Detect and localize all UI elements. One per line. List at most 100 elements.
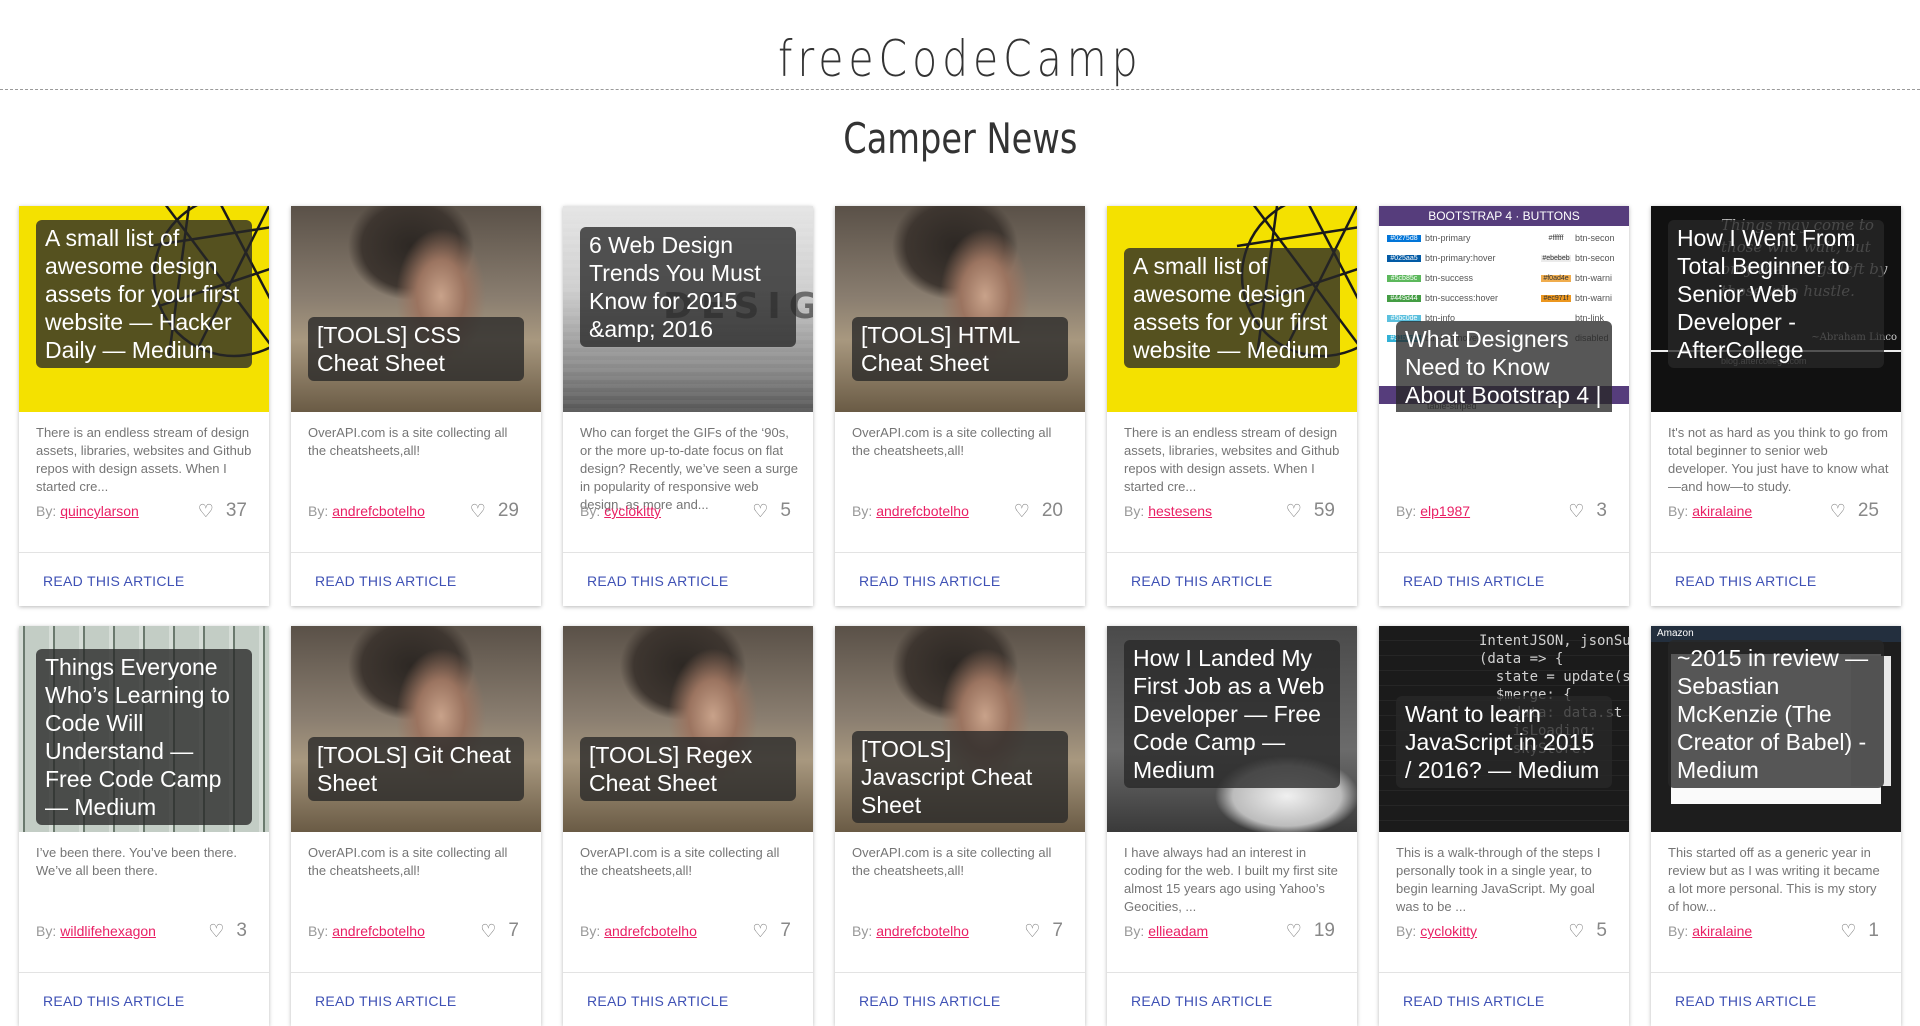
- card-divider: [1651, 552, 1901, 553]
- read-article-button[interactable]: READ THIS ARTICLE: [587, 993, 729, 1009]
- like-counter[interactable]: ♡ 3: [1568, 500, 1607, 522]
- news-card: How I Landed My First Job as a Web Devel…: [1107, 626, 1357, 1026]
- card-title[interactable]: ~2015 in review — Sebastian McKenzie (Th…: [1668, 640, 1884, 788]
- card-title[interactable]: A small list of awesome design assets fo…: [36, 220, 252, 368]
- card-title[interactable]: [TOOLS] Javascript Cheat Sheet: [852, 731, 1068, 823]
- heart-icon[interactable]: ♡: [1024, 921, 1040, 942]
- card-divider: [291, 972, 541, 973]
- brand-logo-text[interactable]: freeCodeCamp: [778, 34, 1143, 84]
- author-link[interactable]: hestesens: [1148, 503, 1212, 519]
- like-counter[interactable]: ♡ 37: [198, 500, 247, 522]
- card-thumbnail[interactable]: [TOOLS] Git Cheat Sheet: [291, 626, 541, 832]
- heart-icon[interactable]: ♡: [1568, 921, 1584, 942]
- read-article-button[interactable]: READ THIS ARTICLE: [1131, 573, 1273, 589]
- news-card: Things may come to those who wait, but o…: [1651, 206, 1901, 606]
- card-meta: By: elp1987 ♡ 3: [1396, 496, 1607, 526]
- read-article-button[interactable]: READ THIS ARTICLE: [1675, 993, 1817, 1009]
- card-thumbnail[interactable]: IntentJSON, jsonSubjects,(data => { stat…: [1379, 626, 1629, 832]
- card-meta: By: andrefcbotelho ♡ 7: [852, 916, 1063, 946]
- heart-icon[interactable]: ♡: [470, 501, 486, 522]
- like-counter[interactable]: ♡ 7: [1024, 920, 1063, 942]
- read-article-button[interactable]: READ THIS ARTICLE: [43, 573, 185, 589]
- author-link[interactable]: akiralaine: [1692, 923, 1752, 939]
- card-title[interactable]: [TOOLS] Git Cheat Sheet: [308, 737, 524, 801]
- card-thumbnail[interactable]: A small list of awesome design assets fo…: [19, 206, 269, 412]
- read-article-button[interactable]: READ THIS ARTICLE: [1675, 573, 1817, 589]
- news-card: [TOOLS] Git Cheat Sheet OverAPI.com is a…: [291, 626, 541, 1026]
- author-link[interactable]: andrefcbotelho: [604, 923, 697, 939]
- like-counter[interactable]: ♡ 5: [1568, 920, 1607, 942]
- card-thumbnail[interactable]: BOOTSTRAP 4 · BUTTONS #0275d8 btn-primary #…: [1379, 206, 1629, 412]
- author-link[interactable]: andrefcbotelho: [876, 503, 969, 519]
- author-link[interactable]: akiralaine: [1692, 503, 1752, 519]
- author-link[interactable]: elp1987: [1420, 503, 1470, 519]
- card-title[interactable]: [TOOLS] Regex Cheat Sheet: [580, 737, 796, 801]
- card-thumbnail[interactable]: DESIGN 6 Web Design Trends You Must Know…: [563, 206, 813, 412]
- card-title[interactable]: How I Landed My First Job as a Web Devel…: [1124, 640, 1340, 788]
- heart-icon[interactable]: ♡: [1286, 501, 1302, 522]
- author-link[interactable]: andrefcbotelho: [332, 923, 425, 939]
- read-article-button[interactable]: READ THIS ARTICLE: [1131, 993, 1273, 1009]
- like-counter[interactable]: ♡ 29: [470, 500, 519, 522]
- author-link[interactable]: cyclokitty: [604, 503, 661, 519]
- card-thumbnail[interactable]: Things may come to those who wait, but o…: [1651, 206, 1901, 412]
- by-label: By:: [1396, 923, 1417, 939]
- author-link[interactable]: ellieadam: [1148, 923, 1208, 939]
- read-article-button[interactable]: READ THIS ARTICLE: [1403, 573, 1545, 589]
- card-thumbnail[interactable]: A small list of awesome design assets fo…: [1107, 206, 1357, 412]
- read-article-button[interactable]: READ THIS ARTICLE: [43, 993, 185, 1009]
- heart-icon[interactable]: ♡: [752, 921, 768, 942]
- like-counter[interactable]: ♡ 5: [752, 500, 791, 522]
- read-article-button[interactable]: READ THIS ARTICLE: [587, 573, 729, 589]
- like-counter[interactable]: ♡ 19: [1286, 920, 1335, 942]
- author-link[interactable]: andrefcbotelho: [332, 503, 425, 519]
- like-counter[interactable]: ♡ 20: [1014, 500, 1063, 522]
- heart-icon[interactable]: ♡: [1286, 921, 1302, 942]
- like-counter[interactable]: ♡ 59: [1286, 500, 1335, 522]
- card-meta: By: andrefcbotelho ♡ 20: [852, 496, 1063, 526]
- author-link[interactable]: quincylarson: [60, 503, 139, 519]
- card-title[interactable]: 6 Web Design Trends You Must Know for 20…: [580, 227, 796, 347]
- card-thumbnail[interactable]: Amazon ~2015 in review — Sebastian McKen…: [1651, 626, 1901, 832]
- like-counter[interactable]: ♡ 25: [1830, 500, 1879, 522]
- author-link[interactable]: wildlifehexagon: [60, 923, 156, 939]
- card-title[interactable]: A small list of awesome design assets fo…: [1124, 248, 1340, 368]
- heart-icon[interactable]: ♡: [1840, 921, 1856, 942]
- like-counter[interactable]: ♡ 3: [208, 920, 247, 942]
- read-article-button[interactable]: READ THIS ARTICLE: [859, 993, 1001, 1009]
- card-thumbnail[interactable]: [TOOLS] Regex Cheat Sheet: [563, 626, 813, 832]
- card-excerpt: There is an endless stream of design ass…: [1124, 425, 1340, 494]
- heart-icon[interactable]: ♡: [752, 501, 768, 522]
- read-article-button[interactable]: READ THIS ARTICLE: [1403, 993, 1545, 1009]
- card-divider: [1107, 972, 1357, 973]
- card-title[interactable]: Want to learn JavaScript in 2015 / 2016?…: [1396, 696, 1612, 788]
- like-counter[interactable]: ♡ 7: [480, 920, 519, 942]
- heart-icon[interactable]: ♡: [198, 501, 214, 522]
- card-title[interactable]: Things Everyone Who’s Learning to Code W…: [36, 649, 252, 825]
- read-article-button[interactable]: READ THIS ARTICLE: [315, 573, 457, 589]
- card-thumbnail[interactable]: How I Landed My First Job as a Web Devel…: [1107, 626, 1357, 832]
- card-excerpt: OverAPI.com is a site collecting all the…: [308, 845, 508, 878]
- heart-icon[interactable]: ♡: [480, 921, 496, 942]
- heart-icon[interactable]: ♡: [1568, 501, 1584, 522]
- heart-icon[interactable]: ♡: [1014, 501, 1030, 522]
- author-link[interactable]: andrefcbotelho: [876, 923, 969, 939]
- card-title[interactable]: [TOOLS] CSS Cheat Sheet: [308, 317, 524, 381]
- card-image: [291, 206, 541, 412]
- read-article-button[interactable]: READ THIS ARTICLE: [315, 993, 457, 1009]
- card-thumbnail[interactable]: [TOOLS] CSS Cheat Sheet: [291, 206, 541, 412]
- card-thumbnail[interactable]: [TOOLS] HTML Cheat Sheet: [835, 206, 1085, 412]
- read-article-button[interactable]: READ THIS ARTICLE: [859, 573, 1001, 589]
- like-counter[interactable]: ♡ 7: [752, 920, 791, 942]
- like-counter[interactable]: ♡ 1: [1840, 920, 1879, 942]
- heart-icon[interactable]: ♡: [1830, 501, 1846, 522]
- card-title[interactable]: What Designers Need to Know About Bootst…: [1396, 321, 1612, 412]
- like-count: 1: [1868, 920, 1879, 941]
- card-thumbnail[interactable]: Things Everyone Who’s Learning to Code W…: [19, 626, 269, 832]
- card-title[interactable]: [TOOLS] HTML Cheat Sheet: [852, 317, 1068, 381]
- swatch-label: btn-secon: [1575, 253, 1615, 263]
- author-link[interactable]: cyclokitty: [1420, 923, 1477, 939]
- heart-icon[interactable]: ♡: [208, 921, 224, 942]
- card-thumbnail[interactable]: [TOOLS] Javascript Cheat Sheet: [835, 626, 1085, 832]
- card-title[interactable]: How I Went From Total Beginner to Senior…: [1668, 220, 1884, 368]
